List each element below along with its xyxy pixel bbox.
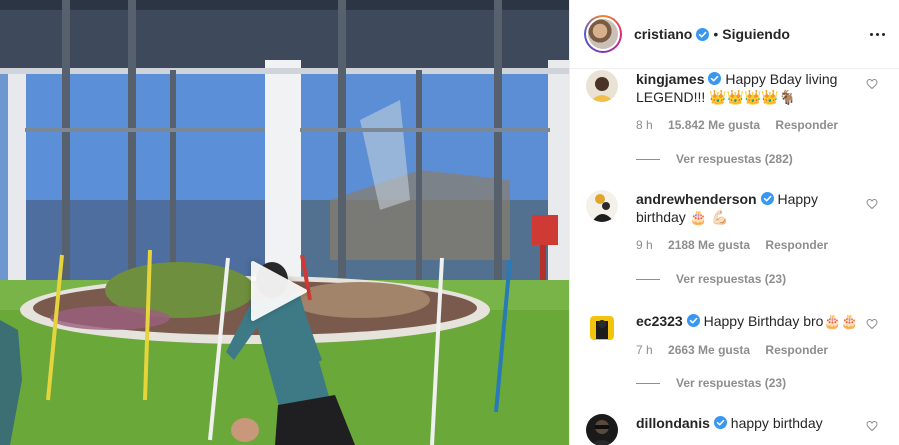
heart-icon[interactable] xyxy=(866,318,878,330)
heart-icon[interactable] xyxy=(866,78,878,90)
heart-icon[interactable] xyxy=(866,198,878,210)
instagram-post-view: cristiano • Siguiendo kingjames Happy Bd… xyxy=(0,0,899,445)
reply-button[interactable]: Responder xyxy=(765,343,828,357)
commenter-avatar[interactable] xyxy=(586,70,618,102)
post-video[interactable] xyxy=(0,0,569,445)
post-header: cristiano • Siguiendo xyxy=(570,0,899,69)
commenter-username[interactable]: ec2323 xyxy=(636,313,683,329)
comment-meta: 9 h 2188 Me gusta Responder xyxy=(636,238,840,252)
reply-button[interactable]: Responder xyxy=(775,118,838,132)
commenter-username[interactable]: andrewhenderson xyxy=(636,191,757,207)
avatar-image xyxy=(586,190,618,222)
view-replies-label: Ver respuestas (23) xyxy=(676,376,787,390)
comment-time[interactable]: 9 h xyxy=(636,238,653,252)
view-replies-label: Ver respuestas (282) xyxy=(676,152,793,166)
reply-button[interactable]: Responder xyxy=(765,238,828,252)
view-replies-button[interactable]: Ver respuestas (282) xyxy=(636,152,793,166)
comment-likes[interactable]: 15.842 Me gusta xyxy=(668,118,760,132)
replies-divider xyxy=(636,278,660,280)
video-frame xyxy=(0,0,569,445)
commenter-avatar[interactable] xyxy=(586,414,618,445)
follow-status-button[interactable]: Siguiendo xyxy=(722,26,790,42)
view-replies-button[interactable]: Ver respuestas (23) xyxy=(636,272,786,286)
comment-time[interactable]: 8 h xyxy=(636,118,653,132)
avatar-image xyxy=(586,70,618,102)
verified-badge-icon xyxy=(713,416,727,429)
heart-icon[interactable] xyxy=(866,420,878,432)
replies-divider xyxy=(636,382,660,384)
author-username[interactable]: cristiano xyxy=(634,26,692,42)
play-icon xyxy=(251,261,307,321)
verified-badge-icon xyxy=(696,27,710,41)
commenter-username[interactable]: kingjames xyxy=(636,71,704,87)
comment-time[interactable]: 7 h xyxy=(636,343,653,357)
verified-badge-icon xyxy=(760,192,774,205)
commenter-avatar[interactable] xyxy=(586,190,618,222)
avatar-image xyxy=(586,414,618,445)
comment-likes[interactable]: 2188 Me gusta xyxy=(668,238,750,252)
comment-text: happy birthday xyxy=(730,415,823,431)
comment-likes[interactable]: 2663 Me gusta xyxy=(668,343,750,357)
view-replies-label: Ver respuestas (23) xyxy=(676,272,787,286)
comment-text: Happy Birthday bro🎂🎂 xyxy=(703,313,859,329)
author-avatar-image xyxy=(588,19,618,49)
comment-meta: 7 h 2663 Me gusta Responder xyxy=(636,343,840,357)
verified-badge-icon xyxy=(686,314,700,327)
commenter-username[interactable]: dillondanis xyxy=(636,415,710,431)
view-replies-button[interactable]: Ver respuestas (23) xyxy=(636,376,786,390)
replies-divider xyxy=(636,158,660,160)
play-button[interactable] xyxy=(245,259,309,323)
comment-meta: 8 h 15.842 Me gusta Responder xyxy=(636,118,850,132)
commenter-avatar[interactable] xyxy=(586,312,618,344)
post-side-panel: cristiano • Siguiendo kingjames Happy Bd… xyxy=(569,0,899,445)
header-separator: • xyxy=(713,26,719,42)
verified-badge-icon xyxy=(708,72,722,85)
more-options-icon[interactable] xyxy=(867,24,887,44)
author-avatar[interactable] xyxy=(584,15,622,53)
avatar-image xyxy=(586,312,618,344)
